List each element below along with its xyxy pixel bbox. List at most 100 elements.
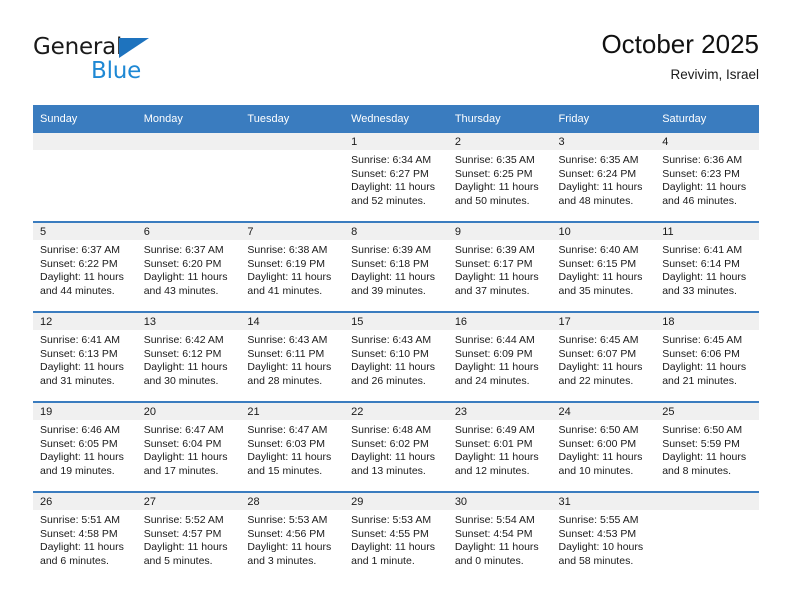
day-details: Sunrise: 6:47 AM Sunset: 6:03 PM Daylight:…	[240, 420, 344, 478]
calendar-body: 1 Sunrise: 6:34 AM Sunset: 6:27 PM Daylight…	[33, 133, 759, 581]
sunset-text: Sunset: 6:10 PM	[351, 347, 429, 360]
calendar-day-cell[interactable]: 16 Sunrise: 6:44 AM Sunset: 6:09 PM Dayligh…	[447, 311, 552, 402]
calendar-day-cell[interactable]: 17 Sunrise: 6:45 AM Sunset: 6:07 PM Dayligh…	[551, 311, 656, 402]
calendar-day-cell[interactable]: 8 Sunrise: 6:39 AM Sunset: 6:18 PM Daylight…	[344, 221, 448, 312]
day-number: 26	[33, 493, 137, 510]
sunrise-text: Sunrise: 6:45 AM	[662, 334, 743, 346]
daylight-text: Daylight: 11 hours and 12 minutes.	[454, 451, 539, 477]
day-number	[240, 133, 345, 150]
daylight-text: Daylight: 11 hours and 17 minutes.	[143, 451, 228, 477]
sunset-text: Sunset: 6:25 PM	[454, 167, 533, 180]
calendar-day-cell[interactable]: 1 Sunrise: 6:34 AM Sunset: 6:27 PM Daylight…	[344, 133, 448, 222]
calendar-day-cell[interactable]: 22 Sunrise: 6:48 AM Sunset: 6:02 PM Dayligh…	[344, 401, 448, 492]
sunset-text: Sunset: 6:19 PM	[247, 257, 326, 270]
day-details: Sunrise: 6:41 AM Sunset: 6:14 PM Daylight:…	[655, 240, 759, 298]
sunset-text: Sunset: 6:05 PM	[40, 437, 118, 450]
calendar-day-cell[interactable]: 30 Sunrise: 5:54 AM Sunset: 4:54 PM Dayligh…	[447, 491, 552, 581]
weekday-header-wednesday: Wednesday	[344, 105, 448, 133]
day-cell-inner: 29 Sunrise: 5:53 AM Sunset: 4:55 PM Dayligh…	[344, 493, 448, 581]
day-number: 31	[551, 493, 656, 510]
calendar-cell-empty	[655, 491, 759, 581]
sunset-text: Sunset: 4:58 PM	[40, 527, 118, 540]
day-details: Sunrise: 6:37 AM Sunset: 6:20 PM Daylight:…	[137, 240, 241, 298]
sunrise-text: Sunrise: 6:35 AM	[558, 154, 639, 166]
calendar-day-cell[interactable]: 18 Sunrise: 6:45 AM Sunset: 6:06 PM Dayligh…	[655, 311, 759, 402]
day-cell-inner: 30 Sunrise: 5:54 AM Sunset: 4:54 PM Dayligh…	[447, 493, 552, 581]
calendar-week-row: 12 Sunrise: 6:41 AM Sunset: 6:13 PM Dayligh…	[33, 311, 759, 402]
day-number: 30	[447, 493, 552, 510]
calendar-week-row: 5 Sunrise: 6:37 AM Sunset: 6:22 PM Daylight…	[33, 221, 759, 312]
day-cell-inner: 23 Sunrise: 6:49 AM Sunset: 6:01 PM Dayligh…	[447, 403, 552, 491]
day-cell-inner: 27 Sunrise: 5:52 AM Sunset: 4:57 PM Dayligh…	[136, 493, 241, 581]
calendar-day-cell[interactable]: 15 Sunrise: 6:43 AM Sunset: 6:10 PM Dayligh…	[344, 311, 448, 402]
calendar-day-cell[interactable]: 31 Sunrise: 5:55 AM Sunset: 4:53 PM Dayligh…	[551, 491, 656, 581]
calendar-day-cell[interactable]: 4 Sunrise: 6:36 AM Sunset: 6:23 PM Daylight…	[655, 133, 759, 222]
day-details: Sunrise: 6:47 AM Sunset: 6:04 PM Daylight:…	[137, 420, 241, 478]
calendar-page: General Blue October 2025 Revivim, Israe…	[0, 0, 792, 612]
day-number: 8	[344, 223, 448, 240]
day-cell-inner: 26 Sunrise: 5:51 AM Sunset: 4:58 PM Dayligh…	[33, 493, 137, 581]
sunset-text: Sunset: 6:11 PM	[247, 347, 325, 360]
day-cell-inner: 1 Sunrise: 6:34 AM Sunset: 6:27 PM Daylight…	[344, 133, 448, 221]
calendar-day-cell[interactable]: 5 Sunrise: 6:37 AM Sunset: 6:22 PM Daylight…	[33, 221, 137, 312]
calendar-day-cell[interactable]: 2 Sunrise: 6:35 AM Sunset: 6:25 PM Daylight…	[447, 133, 552, 222]
calendar-cell-empty	[136, 133, 241, 222]
title-block: October 2025 Revivim, Israel	[601, 28, 759, 85]
sunset-text: Sunset: 6:09 PM	[454, 347, 533, 360]
calendar-day-cell[interactable]: 11 Sunrise: 6:41 AM Sunset: 6:14 PM Dayligh…	[655, 221, 759, 312]
day-cell-inner	[33, 133, 137, 221]
daylight-text: Daylight: 11 hours and 6 minutes.	[40, 541, 124, 567]
day-number: 22	[344, 403, 448, 420]
day-number: 21	[240, 403, 345, 420]
calendar-day-cell[interactable]: 3 Sunrise: 6:35 AM Sunset: 6:24 PM Daylight…	[551, 133, 656, 222]
sunrise-text: Sunrise: 6:40 AM	[558, 244, 639, 256]
daylight-text: Daylight: 11 hours and 31 minutes.	[40, 361, 124, 387]
calendar-day-cell[interactable]: 21 Sunrise: 6:47 AM Sunset: 6:03 PM Dayligh…	[240, 401, 345, 492]
calendar-day-cell[interactable]: 12 Sunrise: 6:41 AM Sunset: 6:13 PM Dayligh…	[33, 311, 137, 402]
day-cell-inner: 2 Sunrise: 6:35 AM Sunset: 6:25 PM Daylight…	[447, 133, 552, 221]
calendar-day-cell[interactable]: 10 Sunrise: 6:40 AM Sunset: 6:15 PM Dayligh…	[551, 221, 656, 312]
sunset-text: Sunset: 4:54 PM	[454, 527, 533, 540]
day-number: 12	[33, 313, 137, 330]
weekday-header-thursday: Thursday	[447, 105, 552, 133]
sunset-text: Sunset: 6:27 PM	[351, 167, 429, 180]
daylight-text: Daylight: 11 hours and 0 minutes.	[454, 541, 539, 567]
calendar-day-cell[interactable]: 13 Sunrise: 6:42 AM Sunset: 6:12 PM Dayligh…	[136, 311, 241, 402]
calendar-day-cell[interactable]: 29 Sunrise: 5:53 AM Sunset: 4:55 PM Dayligh…	[344, 491, 448, 581]
sunrise-text: Sunrise: 6:41 AM	[40, 334, 120, 346]
sunrise-text: Sunrise: 5:51 AM	[40, 514, 120, 526]
day-details: Sunrise: 6:37 AM Sunset: 6:22 PM Daylight:…	[33, 240, 137, 298]
calendar-day-cell[interactable]: 20 Sunrise: 6:47 AM Sunset: 6:04 PM Dayligh…	[136, 401, 241, 492]
sunrise-text: Sunrise: 6:37 AM	[40, 244, 120, 256]
day-cell-inner: 22 Sunrise: 6:48 AM Sunset: 6:02 PM Dayligh…	[344, 403, 448, 491]
sunset-text: Sunset: 6:06 PM	[662, 347, 740, 360]
daylight-text: Daylight: 11 hours and 19 minutes.	[40, 451, 124, 477]
sunrise-text: Sunrise: 6:47 AM	[143, 424, 224, 436]
calendar-week-row: 1 Sunrise: 6:34 AM Sunset: 6:27 PM Daylight…	[33, 133, 759, 222]
day-number: 11	[655, 223, 759, 240]
day-number: 25	[655, 403, 759, 420]
day-details: Sunrise: 5:53 AM Sunset: 4:56 PM Daylight:…	[240, 510, 344, 568]
calendar-day-cell[interactable]: 28 Sunrise: 5:53 AM Sunset: 4:56 PM Dayligh…	[240, 491, 345, 581]
calendar-day-cell[interactable]: 9 Sunrise: 6:39 AM Sunset: 6:17 PM Daylight…	[447, 221, 552, 312]
daylight-text: Daylight: 11 hours and 33 minutes.	[662, 271, 747, 297]
calendar-day-cell[interactable]: 24 Sunrise: 6:50 AM Sunset: 6:00 PM Dayligh…	[551, 401, 656, 492]
daylight-text: Daylight: 11 hours and 30 minutes.	[143, 361, 228, 387]
day-number: 28	[240, 493, 345, 510]
calendar-table: Sunday Monday Tuesday Wednesday Thursday Frid…	[33, 105, 759, 581]
calendar-day-cell[interactable]: 19 Sunrise: 6:46 AM Sunset: 6:05 PM Dayligh…	[33, 401, 137, 492]
sunset-text: Sunset: 6:01 PM	[454, 437, 533, 450]
calendar-cell-empty	[33, 133, 137, 222]
sunrise-text: Sunrise: 6:50 AM	[558, 424, 639, 436]
calendar-day-cell[interactable]: 7 Sunrise: 6:38 AM Sunset: 6:19 PM Daylight…	[240, 221, 345, 312]
day-cell-inner: 10 Sunrise: 6:40 AM Sunset: 6:15 PM Dayligh…	[551, 223, 656, 311]
calendar-day-cell[interactable]: 25 Sunrise: 6:50 AM Sunset: 5:59 PM Dayligh…	[655, 401, 759, 492]
calendar-day-cell[interactable]: 23 Sunrise: 6:49 AM Sunset: 6:01 PM Dayligh…	[447, 401, 552, 492]
calendar-day-cell[interactable]: 26 Sunrise: 5:51 AM Sunset: 4:58 PM Dayligh…	[33, 491, 137, 581]
calendar-day-cell[interactable]: 6 Sunrise: 6:37 AM Sunset: 6:20 PM Daylight…	[136, 221, 241, 312]
calendar-day-cell[interactable]: 14 Sunrise: 6:43 AM Sunset: 6:11 PM Dayligh…	[240, 311, 345, 402]
day-number	[655, 493, 759, 510]
daylight-text: Daylight: 11 hours and 52 minutes.	[351, 181, 435, 207]
calendar-day-cell[interactable]: 27 Sunrise: 5:52 AM Sunset: 4:57 PM Dayligh…	[136, 491, 241, 581]
day-cell-inner: 3 Sunrise: 6:35 AM Sunset: 6:24 PM Daylight…	[551, 133, 656, 221]
